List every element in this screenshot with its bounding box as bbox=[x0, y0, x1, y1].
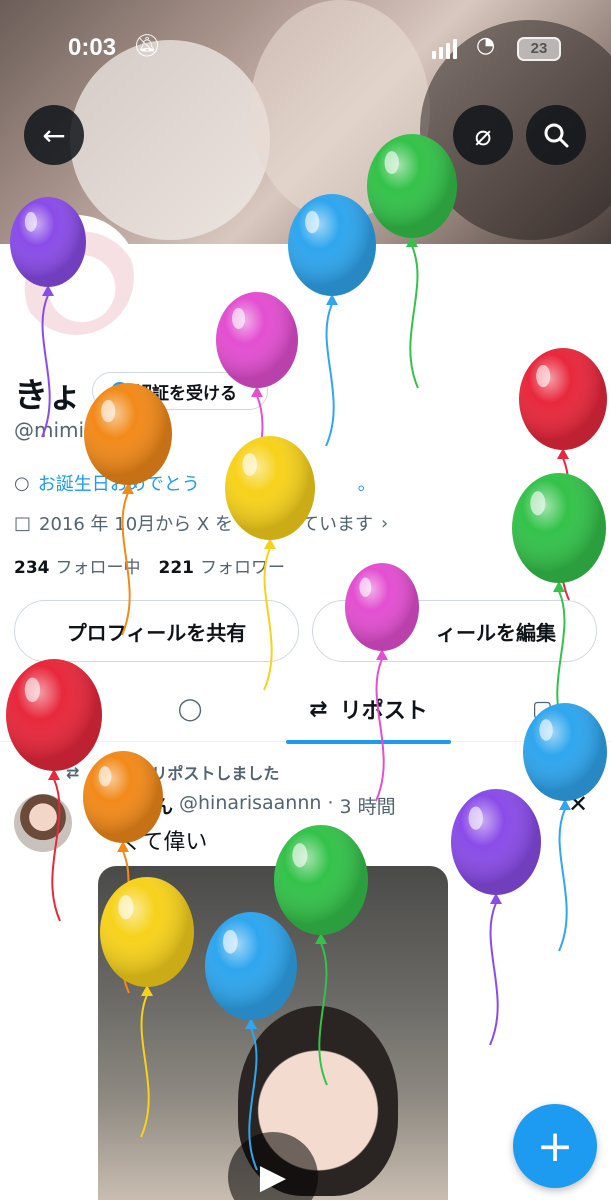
post-separator: · bbox=[327, 792, 334, 814]
x-logo-icon: ✕ bbox=[568, 790, 589, 818]
bio-end: 。 bbox=[357, 474, 376, 495]
edit-profile-button[interactable]: ィールを編集 bbox=[312, 600, 597, 662]
chevron-right-icon[interactable]: › bbox=[381, 513, 388, 534]
balloon bbox=[451, 789, 541, 1046]
share-profile-button[interactable]: プロフィールを共有 bbox=[14, 600, 299, 662]
tab-reposts[interactable]: ⇄ リポスト bbox=[286, 676, 451, 744]
search-icon bbox=[544, 123, 569, 148]
profile-bio: ○ お誕生日おめでとう 。 bbox=[14, 470, 376, 496]
repost-indicator: ⇄ がリポストしました bbox=[66, 760, 279, 784]
plus-icon: + bbox=[536, 1120, 574, 1172]
bio-text[interactable]: お誕生日おめでとう bbox=[38, 470, 200, 496]
balloon bbox=[216, 292, 298, 539]
balloon bbox=[84, 383, 172, 636]
grok-icon: ⌀ bbox=[474, 118, 492, 152]
following-link[interactable]: 234 フォロー中 bbox=[14, 553, 141, 578]
profile-name: きょ bbox=[14, 376, 82, 416]
status-bar: 0:03 🔕︎ ◔ 23 bbox=[0, 0, 611, 90]
profile-joined: □ 2016 年 10月から X を ています › bbox=[14, 510, 388, 536]
status-time: 0:03 bbox=[68, 34, 117, 61]
arrow-left-icon: ← bbox=[42, 118, 66, 152]
followers-label: フォロワー bbox=[200, 558, 285, 578]
play-icon: ▶ bbox=[259, 1157, 287, 1197]
tab-media[interactable]: ▢ bbox=[520, 676, 611, 742]
following-count: 234 bbox=[14, 558, 50, 578]
tab-replies[interactable]: ◯ bbox=[130, 676, 250, 742]
share-profile-label: プロフィールを共有 bbox=[66, 620, 247, 645]
tab-reposts-label: リポスト bbox=[339, 699, 428, 724]
edit-profile-label: ィールを編集 bbox=[436, 620, 556, 645]
repost-icon: ⇄ bbox=[309, 696, 328, 722]
followers-count: 221 bbox=[158, 558, 195, 578]
follow-stats: 234 フォロー中 221 フォロワー bbox=[14, 553, 285, 578]
bell-slash-icon: 🔕︎ bbox=[133, 34, 161, 59]
avatar-image bbox=[18, 219, 134, 335]
post-text-body: くて偉い bbox=[120, 830, 208, 855]
signal-icon bbox=[432, 39, 457, 59]
compose-button[interactable]: + bbox=[513, 1104, 597, 1188]
battery-indicator: 23 bbox=[517, 37, 561, 61]
wifi-icon: ◔ bbox=[476, 33, 496, 58]
joined-suffix: ています bbox=[300, 514, 373, 535]
search-button[interactable] bbox=[526, 105, 586, 165]
calendar-icon: □ bbox=[14, 512, 32, 534]
get-verified-label: 認証を受ける bbox=[135, 383, 237, 404]
grok-button[interactable]: ⌀ bbox=[453, 105, 513, 165]
verified-badge-icon bbox=[111, 382, 129, 400]
speech-bubble-icon: ◯ bbox=[177, 696, 203, 722]
repost-note-text: がリポストしました bbox=[135, 764, 280, 783]
back-button[interactable]: ← bbox=[24, 105, 84, 165]
balloon bbox=[519, 348, 607, 601]
post-author-handle[interactable]: @hinarisaannn bbox=[179, 792, 321, 819]
location-pin-icon: ○ bbox=[14, 472, 30, 494]
profile-avatar[interactable] bbox=[14, 215, 138, 339]
post-video[interactable]: ▶ bbox=[98, 866, 448, 1200]
profile-handle: @mimi bbox=[14, 418, 85, 442]
get-verified-button[interactable]: 認証を受ける bbox=[92, 372, 268, 410]
post-author-avatar[interactable] bbox=[14, 794, 72, 852]
followers-link[interactable]: 221 フォロワー bbox=[159, 553, 286, 578]
following-label: フォロー中 bbox=[55, 558, 141, 578]
post-time: 3 時間 bbox=[339, 796, 396, 818]
post-header: ん @hinarisaannn · 3 時間 bbox=[98, 792, 396, 819]
post-author-name[interactable]: ん bbox=[154, 792, 173, 819]
repost-icon: ⇄ bbox=[66, 762, 80, 782]
profile-tabs: ◯ ⇄ リポスト ▢ bbox=[0, 676, 611, 744]
joined-prefix: 2016 年 10月から X を bbox=[39, 514, 233, 535]
post-text: くて偉い bbox=[98, 824, 207, 856]
media-icon: ▢ bbox=[532, 696, 553, 722]
